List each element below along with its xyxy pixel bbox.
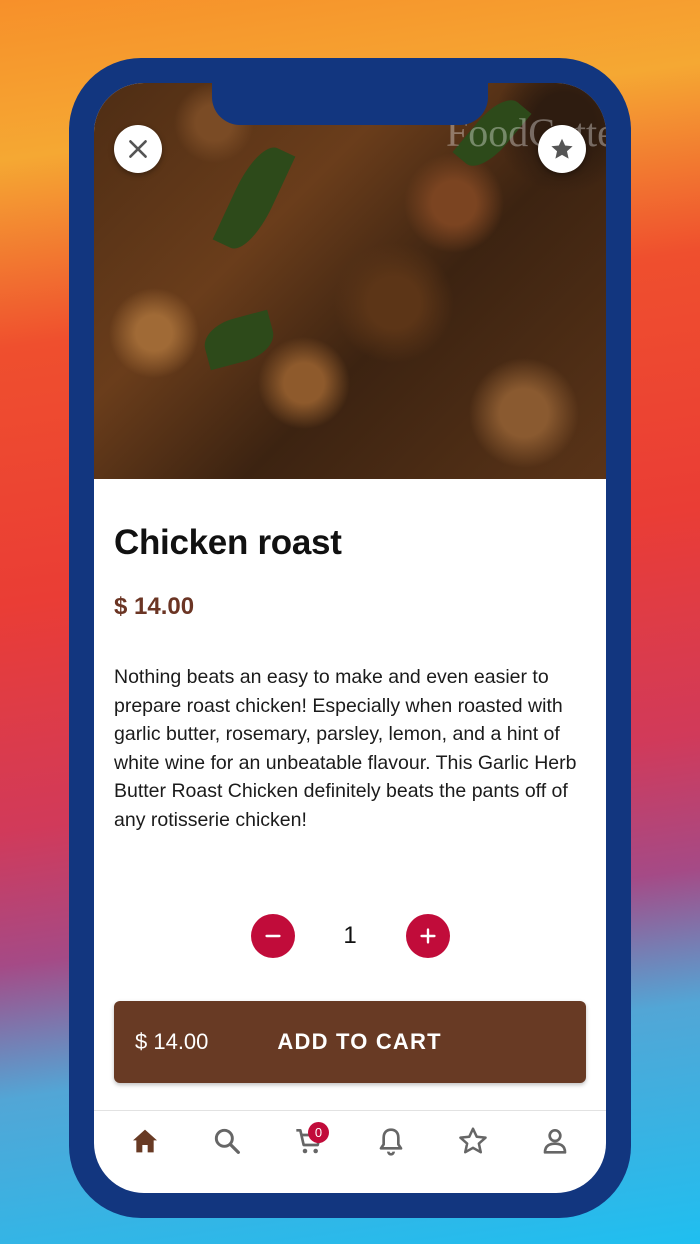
app-screen: FoodCutter Chicken roast $ 14.00 Nothing… xyxy=(94,83,606,1193)
bell-icon xyxy=(379,1128,403,1156)
cart-total-price: $ 14.00 xyxy=(135,1029,209,1054)
search-icon xyxy=(214,1128,240,1154)
product-details: Chicken roast $ 14.00 Nothing beats an e… xyxy=(114,479,586,834)
product-price: $ 14.00 xyxy=(114,593,195,620)
nav-item-notifications[interactable] xyxy=(361,1111,421,1171)
favorite-button[interactable] xyxy=(538,125,586,173)
user-icon xyxy=(543,1129,567,1154)
add-to-cart-label: ADD TO CART xyxy=(277,1029,442,1054)
quantity-stepper: 1 xyxy=(94,910,606,962)
nav-item-cart[interactable]: 0 xyxy=(279,1111,339,1171)
close-icon xyxy=(129,140,147,158)
star-icon xyxy=(551,138,573,159)
phone-frame: FoodCutter Chicken roast $ 14.00 Nothing… xyxy=(69,58,631,1218)
leaf-garnish xyxy=(199,309,279,371)
star-outline-icon xyxy=(459,1127,487,1154)
cart-count-badge: 0 xyxy=(308,1122,329,1143)
quantity-value: 1 xyxy=(343,922,357,949)
bottom-nav: 0 xyxy=(94,1110,606,1193)
home-icon xyxy=(133,1129,157,1153)
plus-icon xyxy=(419,928,436,944)
phone-notch xyxy=(212,83,488,125)
nav-item-profile[interactable] xyxy=(525,1111,585,1171)
product-description: Nothing beats an easy to make and even e… xyxy=(114,666,577,831)
nav-item-search[interactable] xyxy=(197,1111,257,1171)
nav-item-home[interactable] xyxy=(115,1111,175,1171)
add-to-cart-button[interactable]: $ 14.00 ADD TO CART xyxy=(114,1001,586,1083)
nav-item-favorites[interactable] xyxy=(443,1111,503,1171)
minus-icon xyxy=(264,934,281,938)
leaf-garnish xyxy=(212,139,296,257)
close-button[interactable] xyxy=(114,125,162,173)
product-title: Chicken roast xyxy=(114,523,342,562)
increment-button[interactable] xyxy=(405,914,450,958)
product-image: FoodCutter xyxy=(94,83,606,479)
decrement-button[interactable] xyxy=(250,914,295,958)
